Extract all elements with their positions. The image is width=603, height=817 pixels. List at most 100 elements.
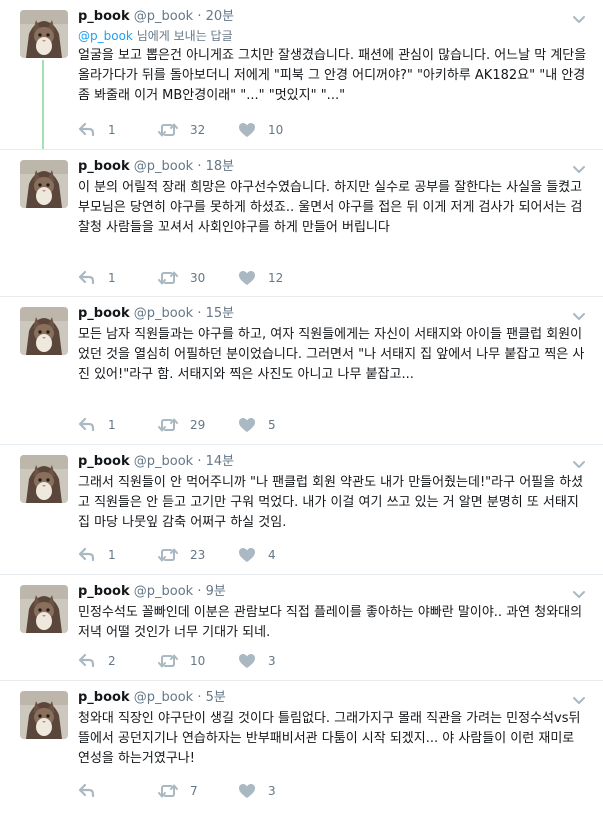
like-button[interactable]: 10	[238, 120, 283, 140]
reply-icon	[78, 122, 95, 137]
tweet-header: p_book @p_book · 5분	[78, 689, 589, 707]
separator-dot: ·	[193, 159, 206, 174]
reply-icon	[78, 653, 95, 668]
like-count: 12	[268, 271, 284, 285]
avatar[interactable]	[20, 585, 68, 633]
tweet-body: p_book @p_book · 20분 @p_book 님에게 보내는 답글 얼굴…	[78, 8, 589, 106]
heart-icon	[239, 418, 255, 432]
retweet-button[interactable]: 29	[158, 415, 205, 435]
reply-icon	[78, 783, 95, 798]
reply-button[interactable]: 1	[78, 545, 116, 565]
thread-connector-line	[42, 60, 44, 154]
reply-count: 1	[108, 271, 116, 285]
like-button[interactable]: 5	[238, 415, 276, 435]
reply-count: 1	[108, 548, 116, 562]
like-count: 3	[268, 784, 276, 798]
retweet-icon	[158, 123, 178, 137]
more-options-button[interactable]	[573, 585, 585, 598]
display-name[interactable]: p_book	[78, 306, 130, 321]
retweet-icon	[158, 784, 178, 798]
timestamp[interactable]: 20분	[206, 9, 235, 24]
reply-count: 2	[108, 654, 116, 668]
display-name[interactable]: p_book	[78, 9, 130, 24]
retweet-icon	[158, 271, 178, 285]
chevron-down-icon	[573, 313, 585, 320]
avatar-cat-image	[20, 160, 68, 208]
username[interactable]: @p_book	[134, 159, 193, 174]
separator-dot: ·	[193, 454, 206, 469]
reply-button[interactable]: 1	[78, 415, 116, 435]
more-options-button[interactable]	[573, 10, 585, 23]
chevron-down-icon	[573, 591, 585, 598]
username[interactable]: @p_book	[134, 9, 193, 24]
timestamp[interactable]: 9분	[206, 584, 226, 599]
username[interactable]: @p_book	[134, 454, 193, 469]
like-button[interactable]: 4	[238, 545, 276, 565]
avatar-cat-image	[20, 691, 68, 739]
more-options-button[interactable]	[573, 307, 585, 320]
tweet[interactable]: p_book @p_book · 15분 모든 남자 직원들과는 야구를 하고, …	[0, 296, 603, 444]
username[interactable]: @p_book	[134, 690, 193, 705]
avatar[interactable]	[20, 160, 68, 208]
tweet[interactable]: p_book @p_book · 20분 @p_book 님에게 보내는 답글 얼굴…	[0, 0, 603, 154]
tweet-header: p_book @p_book · 14분	[78, 453, 589, 471]
reply-count: 1	[108, 123, 116, 137]
reply-icon	[78, 270, 95, 285]
reply-context-label: 님에게 보내는 답글	[132, 29, 233, 43]
reply-button[interactable]: 2	[78, 651, 116, 671]
retweet-icon	[158, 418, 178, 432]
reply-button[interactable]	[78, 781, 108, 801]
timestamp[interactable]: 18분	[206, 159, 235, 174]
like-button[interactable]: 12	[238, 268, 283, 288]
retweet-button[interactable]: 23	[158, 545, 205, 565]
like-count: 5	[268, 418, 276, 432]
avatar-cat-image	[20, 10, 68, 58]
display-name[interactable]: p_book	[78, 159, 130, 174]
retweet-button[interactable]: 10	[158, 651, 205, 671]
reply-button[interactable]: 1	[78, 120, 116, 140]
avatar[interactable]	[20, 10, 68, 58]
reply-icon	[78, 547, 95, 562]
more-options-button[interactable]	[573, 455, 585, 468]
avatar[interactable]	[20, 691, 68, 739]
avatar[interactable]	[20, 455, 68, 503]
avatar[interactable]	[20, 307, 68, 355]
display-name[interactable]: p_book	[78, 454, 130, 469]
tweet-body: p_book @p_book · 15분 모든 남자 직원들과는 야구를 하고, …	[78, 305, 589, 385]
display-name[interactable]: p_book	[78, 584, 130, 599]
tweet-text: 얼굴을 보고 뽑은건 아니게죠 그치만 잘생겼습니다. 패션에 관심이 많습니다…	[78, 48, 587, 103]
timestamp[interactable]: 15분	[206, 306, 235, 321]
like-button[interactable]: 3	[238, 781, 276, 801]
reply-mention-link[interactable]: @p_book	[78, 29, 133, 43]
heart-icon	[239, 548, 255, 562]
retweet-button[interactable]: 7	[158, 781, 198, 801]
like-count: 10	[268, 123, 284, 137]
tweet[interactable]: p_book @p_book · 5분 청와대 직장인 야구단이 생길 것이다 틀…	[0, 680, 603, 817]
reply-count: 1	[108, 418, 116, 432]
avatar-cat-image	[20, 585, 68, 633]
more-options-button[interactable]	[573, 160, 585, 173]
retweet-icon	[158, 548, 178, 562]
retweet-button[interactable]: 30	[158, 268, 205, 288]
heart-icon	[239, 271, 255, 285]
timestamp[interactable]: 5분	[206, 690, 226, 705]
tweet[interactable]: p_book @p_book · 18분이 분의 어릴적 장래 희망은 야구선수…	[0, 149, 603, 296]
reply-button[interactable]: 1	[78, 268, 116, 288]
timestamp[interactable]: 14분	[206, 454, 235, 469]
like-button[interactable]: 3	[238, 651, 276, 671]
username[interactable]: @p_book	[134, 306, 193, 321]
tweet-body: p_book @p_book · 14분 그래서 직원들이 안 먹어주니까 "나 …	[78, 453, 589, 533]
tweet-header: p_book @p_book · 18분	[78, 158, 589, 176]
tweet-body: p_book @p_book · 5분 청와대 직장인 야구단이 생길 것이다 틀…	[78, 689, 589, 769]
tweet[interactable]: p_book @p_book · 14분 그래서 직원들이 안 먹어주니까 "나 …	[0, 444, 603, 574]
retweet-button[interactable]: 32	[158, 120, 205, 140]
tweet-text: 민정수석도 꼴빠인데 이분은 관람보다 직접 플레이를 좋아하는 야빠란 말이야…	[78, 605, 583, 640]
tweet-text: 이 분의 어릴적 장래 희망은 야구선수였습니다. 하지만 실수로 공부를 잘한…	[78, 180, 583, 235]
tweet[interactable]: p_book @p_book · 9분 민정수석도 꼴빠인데 이분은 관람보다 직…	[0, 574, 603, 680]
like-count: 3	[268, 654, 276, 668]
chevron-down-icon	[573, 461, 585, 468]
retweet-count: 7	[190, 784, 198, 798]
display-name[interactable]: p_book	[78, 690, 130, 705]
more-options-button[interactable]	[573, 691, 585, 704]
username[interactable]: @p_book	[134, 584, 193, 599]
